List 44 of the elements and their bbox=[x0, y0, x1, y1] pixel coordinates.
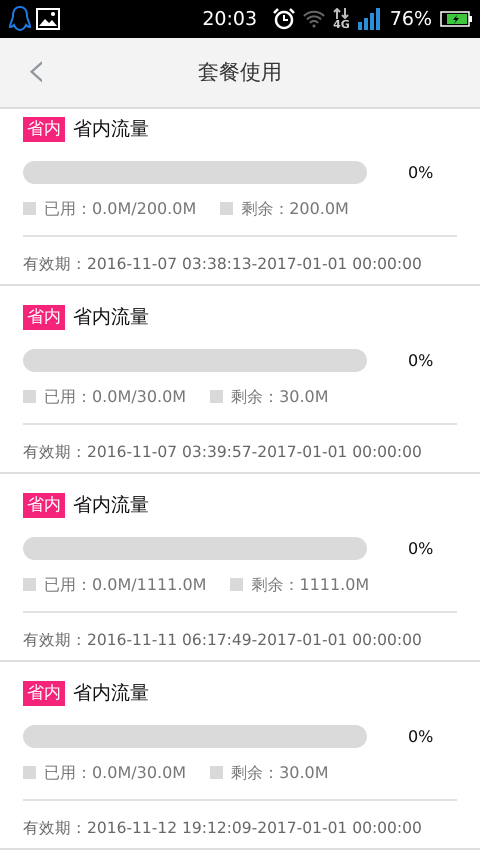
remaining-amount: 剩余：200.0M bbox=[241, 198, 349, 220]
usage-percent: 0% bbox=[408, 350, 434, 372]
package-name: 省内流量 bbox=[73, 305, 149, 330]
legend-swatch bbox=[210, 766, 224, 779]
validity-period: 有效期：2016-11-12 19:12:09-2017-01-01 00:00:00 bbox=[23, 818, 423, 838]
validity-period: 有效期：2016-11-07 03:39:57-2017-01-01 00:00:00 bbox=[23, 442, 423, 462]
remaining-amount: 剩余：30.0M bbox=[231, 386, 329, 408]
legend-swatch bbox=[220, 202, 234, 215]
package-name: 省内流量 bbox=[73, 493, 149, 518]
network-type: 4G bbox=[333, 19, 350, 30]
signal-icon bbox=[358, 8, 382, 30]
region-tag: 省内 bbox=[23, 116, 65, 142]
back-button[interactable]: ‹ bbox=[22, 44, 51, 96]
usage-percent: 0% bbox=[408, 726, 434, 748]
wifi-icon bbox=[303, 10, 326, 28]
region-tag: 省内 bbox=[23, 492, 65, 518]
usage-percent: 0% bbox=[408, 162, 434, 184]
data-arrows-icon bbox=[333, 8, 350, 19]
legend-swatch bbox=[23, 578, 36, 591]
remaining-amount: 剩余：30.0M bbox=[231, 762, 329, 784]
package-name: 省内流量 bbox=[73, 681, 149, 706]
used-amount: 已用：0.0M/30.0M bbox=[44, 386, 186, 408]
legend-swatch bbox=[23, 766, 36, 779]
status-time: 20:03 bbox=[202, 6, 258, 32]
usage-percent: 0% bbox=[408, 538, 434, 560]
region-tag: 省内 bbox=[23, 680, 65, 706]
battery-charging-icon bbox=[440, 11, 472, 27]
remaining-amount: 剩余：1111.0M bbox=[251, 574, 370, 596]
battery-percent: 76% bbox=[390, 6, 432, 32]
page-title: 套餐使用 bbox=[198, 58, 282, 86]
validity-period: 有效期：2016-11-11 06:17:49-2017-01-01 00:00:00 bbox=[23, 630, 423, 650]
legend-swatch bbox=[210, 390, 224, 403]
legend-swatch bbox=[230, 578, 244, 591]
validity-period: 有效期：2016-11-07 03:38:13-2017-01-01 00:00:00 bbox=[23, 254, 423, 274]
legend-swatch bbox=[23, 390, 36, 403]
alarm-clock-icon bbox=[273, 8, 296, 30]
image-icon bbox=[36, 8, 60, 30]
package-name: 省内流量 bbox=[73, 117, 149, 142]
used-amount: 已用：0.0M/1111.0M bbox=[44, 574, 206, 596]
legend-swatch bbox=[23, 202, 36, 215]
used-amount: 已用：0.0M/200.0M bbox=[44, 198, 196, 220]
penguin-icon bbox=[8, 5, 32, 33]
region-tag: 省内 bbox=[23, 304, 65, 330]
used-amount: 已用：0.0M/30.0M bbox=[44, 762, 186, 784]
